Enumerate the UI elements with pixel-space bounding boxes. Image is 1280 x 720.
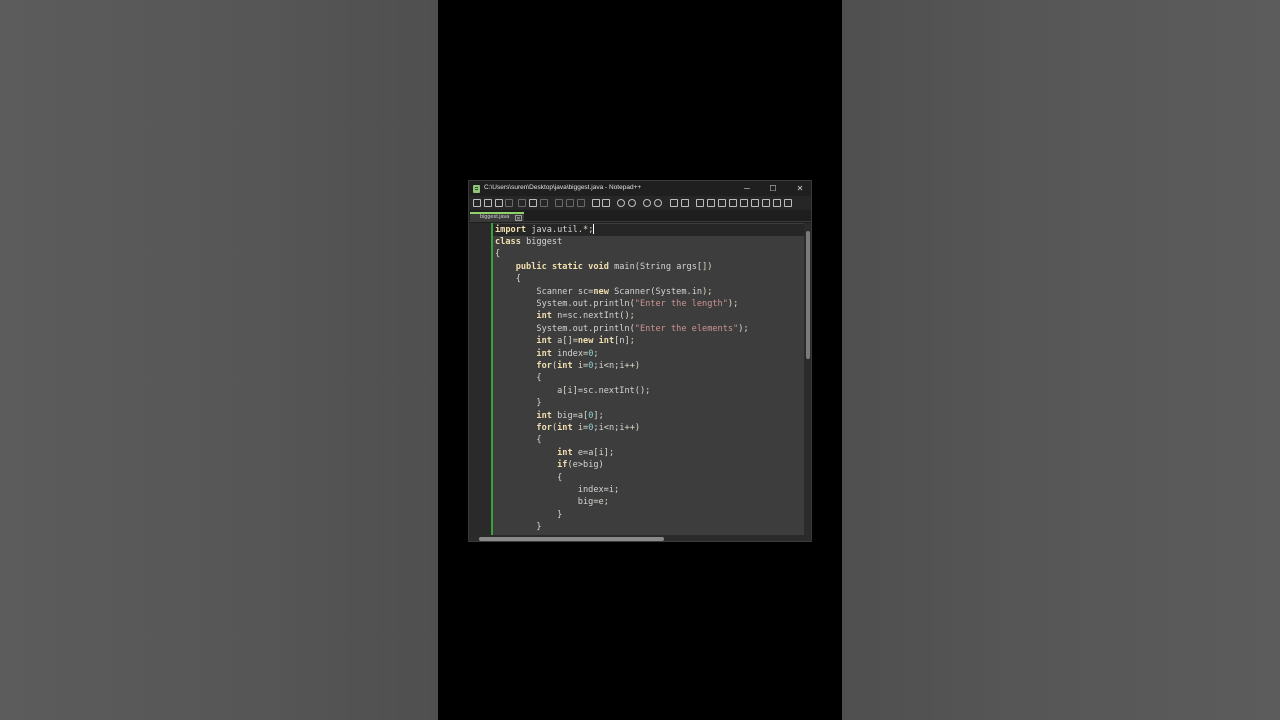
code-line[interactable]: 22 index=i; [493,484,804,496]
editor[interactable]: 1import java.util.*;2class biggest3{4 pu… [469,223,811,535]
tab-biggest-java[interactable]: biggest.java ✕ [470,212,524,222]
code-line[interactable]: 12 for(int i=0;i<n;i++) [493,360,804,372]
code-line[interactable]: 3{ [493,248,804,260]
doc-map-icon[interactable] [740,199,748,207]
code-line[interactable]: 11 int index=0; [493,348,804,360]
print-icon[interactable] [540,199,548,207]
tab-bar: biggest.java ✕ [469,210,811,222]
code-area[interactable]: 1import java.util.*;2class biggest3{4 pu… [493,223,804,535]
vertical-scrollbar[interactable] [804,223,811,535]
code-text: int index=0; [536,348,599,359]
folder-workspace-icon[interactable] [762,199,770,207]
code-line[interactable]: 19 int e=a[i]; [493,447,804,459]
code-text: int e=a[i]; [557,447,615,458]
cut-icon[interactable] [555,199,563,207]
open-file-icon[interactable] [484,199,492,207]
macro-record-icon[interactable] [784,199,792,207]
code-text: int big=a[0]; [536,410,604,421]
notepadpp-window: C:\Users\suren\Desktop\java\biggest.java… [468,180,812,542]
tab-label: biggest.java [480,214,510,220]
code-line[interactable]: 1import java.util.*; [493,223,804,236]
code-text: System.out.println("Enter the elements")… [536,323,749,334]
language-icon[interactable] [729,199,737,207]
code-line[interactable]: 7 System.out.println("Enter the length")… [493,298,804,310]
code-text: System.out.println("Enter the length"); [536,298,739,309]
code-line[interactable]: 9 System.out.println("Enter the elements… [493,323,804,335]
tab-close-button[interactable]: ✕ [515,215,522,222]
save-all-icon[interactable] [505,199,513,207]
code-line[interactable]: 20 if(e>big) [493,459,804,471]
code-text: int a[]=new int[n]; [536,336,635,347]
code-line[interactable]: 15 } [493,397,804,409]
code-text: } [536,398,542,409]
code-line[interactable]: 8 int n=sc.nextInt(); [493,310,804,322]
code-text: } [536,522,542,533]
code-line[interactable]: 23 big=e; [493,496,804,508]
horizontal-scroll-thumb[interactable] [479,537,664,541]
code-text: { [515,274,521,285]
sync-horizontal-icon[interactable] [681,199,689,207]
code-text: import java.util.*; [495,224,595,235]
code-line[interactable]: 4 public static void main(String args[]) [493,261,804,273]
close-icon[interactable] [518,199,526,207]
code-line[interactable]: 13 { [493,372,804,384]
find-icon[interactable] [617,199,625,207]
indent-guide-icon[interactable] [718,199,726,207]
code-text: { [557,472,563,483]
copy-icon[interactable] [566,199,574,207]
line-number-gutter [469,223,491,535]
horizontal-scrollbar[interactable] [469,535,811,541]
word-wrap-icon[interactable] [696,199,704,207]
code-text: { [495,249,501,260]
code-text: for(int i=0;i<n;i++) [536,422,641,433]
window-title: C:\Users\suren\Desktop\java\biggest.java… [484,184,642,191]
code-line[interactable]: 10 int a[]=new int[n]; [493,335,804,347]
code-text: public static void main(String args[]) [515,261,713,272]
show-all-chars-icon[interactable] [707,199,715,207]
code-line[interactable]: 5 { [493,273,804,285]
vertical-scroll-thumb[interactable] [806,231,810,359]
function-list-icon[interactable] [751,199,759,207]
code-text: a[i]=sc.nextInt(); [557,385,651,396]
code-text: { [536,373,542,384]
code-text: { [536,435,542,446]
code-line[interactable]: 6 Scanner sc=new Scanner(System.in); [493,286,804,298]
code-line[interactable]: 14 a[i]=sc.nextInt(); [493,385,804,397]
new-file-icon[interactable] [473,199,481,207]
redo-icon[interactable] [602,199,610,207]
replace-icon[interactable] [628,199,636,207]
left-blur-background [0,0,438,720]
code-line[interactable]: 17 for(int i=0;i<n;i++) [493,422,804,434]
code-text: Scanner sc=new Scanner(System.in); [536,286,713,297]
code-text: if(e>big) [557,460,604,471]
code-line[interactable]: 16 int big=a[0]; [493,410,804,422]
close-all-icon[interactable] [529,199,537,207]
code-text: big=e; [577,497,609,508]
code-line[interactable]: 24 } [493,509,804,521]
sync-vertical-icon[interactable] [670,199,678,207]
text-caret [593,224,595,234]
notepadpp-icon [473,185,480,193]
code-text: index=i; [577,484,620,495]
code-line[interactable]: 21 { [493,472,804,484]
undo-icon[interactable] [592,199,600,207]
minimize-button[interactable]: ─ [736,182,758,195]
right-blur-background [842,0,1280,720]
title-bar[interactable]: C:\Users\suren\Desktop\java\biggest.java… [469,181,811,196]
code-text: int n=sc.nextInt(); [536,311,635,322]
code-line[interactable]: 2class biggest [493,236,804,248]
toolbar [469,196,811,210]
code-line[interactable]: 25 } [493,521,804,533]
code-line[interactable]: 18 { [493,434,804,446]
code-text: class biggest [495,236,563,247]
zoom-in-icon[interactable] [643,199,651,207]
code-text: for(int i=0;i<n;i++) [536,360,641,371]
monitoring-icon[interactable] [773,199,781,207]
zoom-out-icon[interactable] [654,199,662,207]
close-window-button[interactable]: ✕ [789,182,811,195]
paste-icon[interactable] [577,199,585,207]
maximize-button[interactable]: ☐ [762,182,784,195]
save-icon[interactable] [495,199,503,207]
code-text: } [557,509,563,520]
